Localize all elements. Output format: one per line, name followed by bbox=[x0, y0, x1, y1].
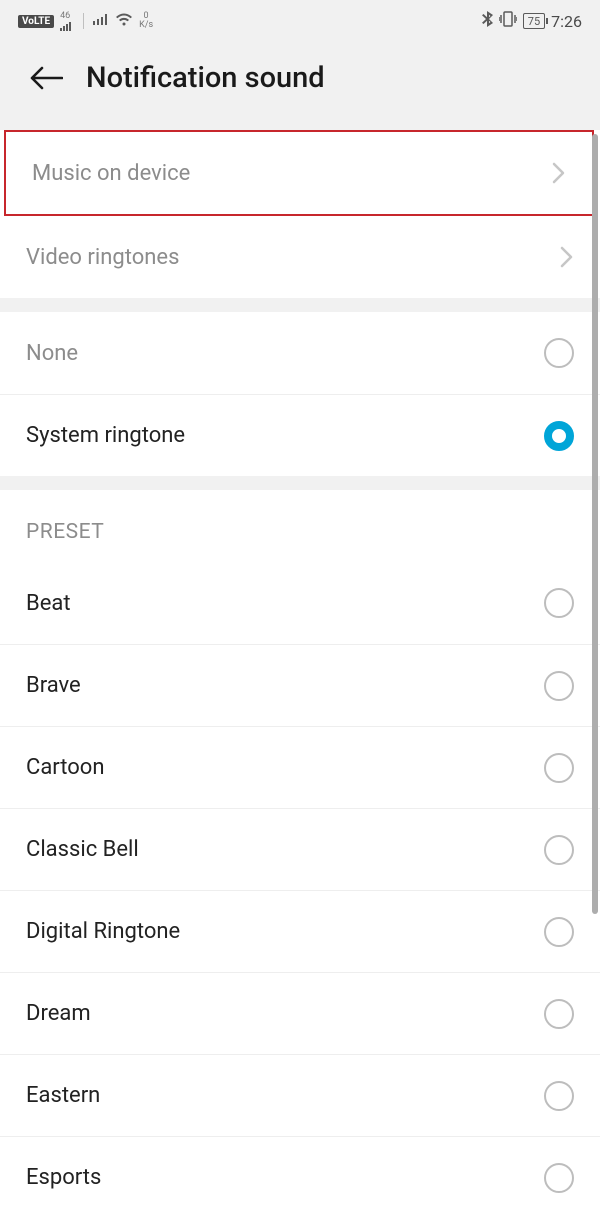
preset-label: Cartoon bbox=[26, 755, 105, 780]
nav-item-label: Music on device bbox=[32, 161, 190, 186]
preset-label: Digital Ringtone bbox=[26, 919, 180, 944]
nav-item-video-ringtones[interactable]: Video ringtones bbox=[0, 216, 600, 298]
chevron-right-icon bbox=[560, 246, 574, 268]
preset-section-title: PRESET bbox=[0, 490, 600, 562]
radio-indicator bbox=[544, 338, 574, 368]
radio-label: System ringtone bbox=[26, 423, 185, 448]
radio-indicator bbox=[544, 421, 574, 451]
chevron-right-icon bbox=[552, 162, 566, 184]
signal-icon bbox=[93, 13, 109, 29]
scrollbar-indicator[interactable] bbox=[592, 134, 598, 914]
radio-indicator bbox=[544, 1163, 574, 1193]
radio-option-system-ringtone[interactable]: System ringtone bbox=[0, 394, 600, 476]
radio-indicator bbox=[544, 753, 574, 783]
preset-item-cartoon[interactable]: Cartoon bbox=[0, 726, 600, 808]
preset-group: PRESET Beat Brave Cartoon Classic Bell D… bbox=[0, 490, 600, 1205]
back-button[interactable] bbox=[28, 60, 64, 96]
volte-badge: VoLTE bbox=[18, 15, 54, 28]
sound-source-group: None System ringtone bbox=[0, 312, 600, 476]
preset-item-beat[interactable]: Beat bbox=[0, 562, 600, 644]
clock: 7:26 bbox=[551, 12, 582, 31]
preset-item-brave[interactable]: Brave bbox=[0, 644, 600, 726]
bluetooth-icon bbox=[482, 11, 493, 31]
preset-label: Eastern bbox=[26, 1083, 100, 1108]
preset-item-esports[interactable]: Esports bbox=[0, 1136, 600, 1205]
page-title: Notification sound bbox=[86, 61, 325, 95]
highlight-annotation: Music on device bbox=[4, 130, 594, 216]
preset-item-classic-bell[interactable]: Classic Bell bbox=[0, 808, 600, 890]
preset-item-digital-ringtone[interactable]: Digital Ringtone bbox=[0, 890, 600, 972]
network-speed: 0 K/s bbox=[139, 12, 153, 30]
status-bar-right: 75 7:26 bbox=[482, 11, 582, 31]
preset-list: Beat Brave Cartoon Classic Bell Digital … bbox=[0, 562, 600, 1205]
vibrate-icon bbox=[499, 11, 517, 31]
radio-indicator bbox=[544, 999, 574, 1029]
radio-indicator bbox=[544, 835, 574, 865]
wifi-icon bbox=[115, 12, 133, 30]
battery-icon: 75 bbox=[523, 13, 545, 29]
radio-label: None bbox=[26, 341, 78, 366]
nav-links-group: Music on device Video ringtones bbox=[0, 130, 600, 298]
divider bbox=[83, 13, 84, 29]
status-bar-left: VoLTE 46 0 K/s bbox=[18, 12, 153, 31]
radio-option-none[interactable]: None bbox=[0, 312, 600, 394]
preset-label: Classic Bell bbox=[26, 837, 139, 862]
radio-indicator bbox=[544, 917, 574, 947]
preset-label: Dream bbox=[26, 1001, 91, 1026]
network-4g-icon: 46 bbox=[60, 12, 74, 31]
nav-item-label: Video ringtones bbox=[26, 245, 179, 270]
preset-label: Esports bbox=[26, 1165, 101, 1190]
radio-indicator bbox=[544, 588, 574, 618]
status-bar: VoLTE 46 0 K/s bbox=[0, 0, 600, 42]
radio-indicator bbox=[544, 671, 574, 701]
header: Notification sound bbox=[0, 42, 600, 132]
arrow-left-icon bbox=[29, 66, 63, 90]
preset-item-eastern[interactable]: Eastern bbox=[0, 1054, 600, 1136]
nav-item-music-on-device[interactable]: Music on device bbox=[6, 132, 592, 214]
preset-label: Beat bbox=[26, 591, 71, 616]
radio-indicator bbox=[544, 1081, 574, 1111]
preset-label: Brave bbox=[26, 673, 81, 698]
preset-item-dream[interactable]: Dream bbox=[0, 972, 600, 1054]
screen: VoLTE 46 0 K/s bbox=[0, 0, 600, 1205]
